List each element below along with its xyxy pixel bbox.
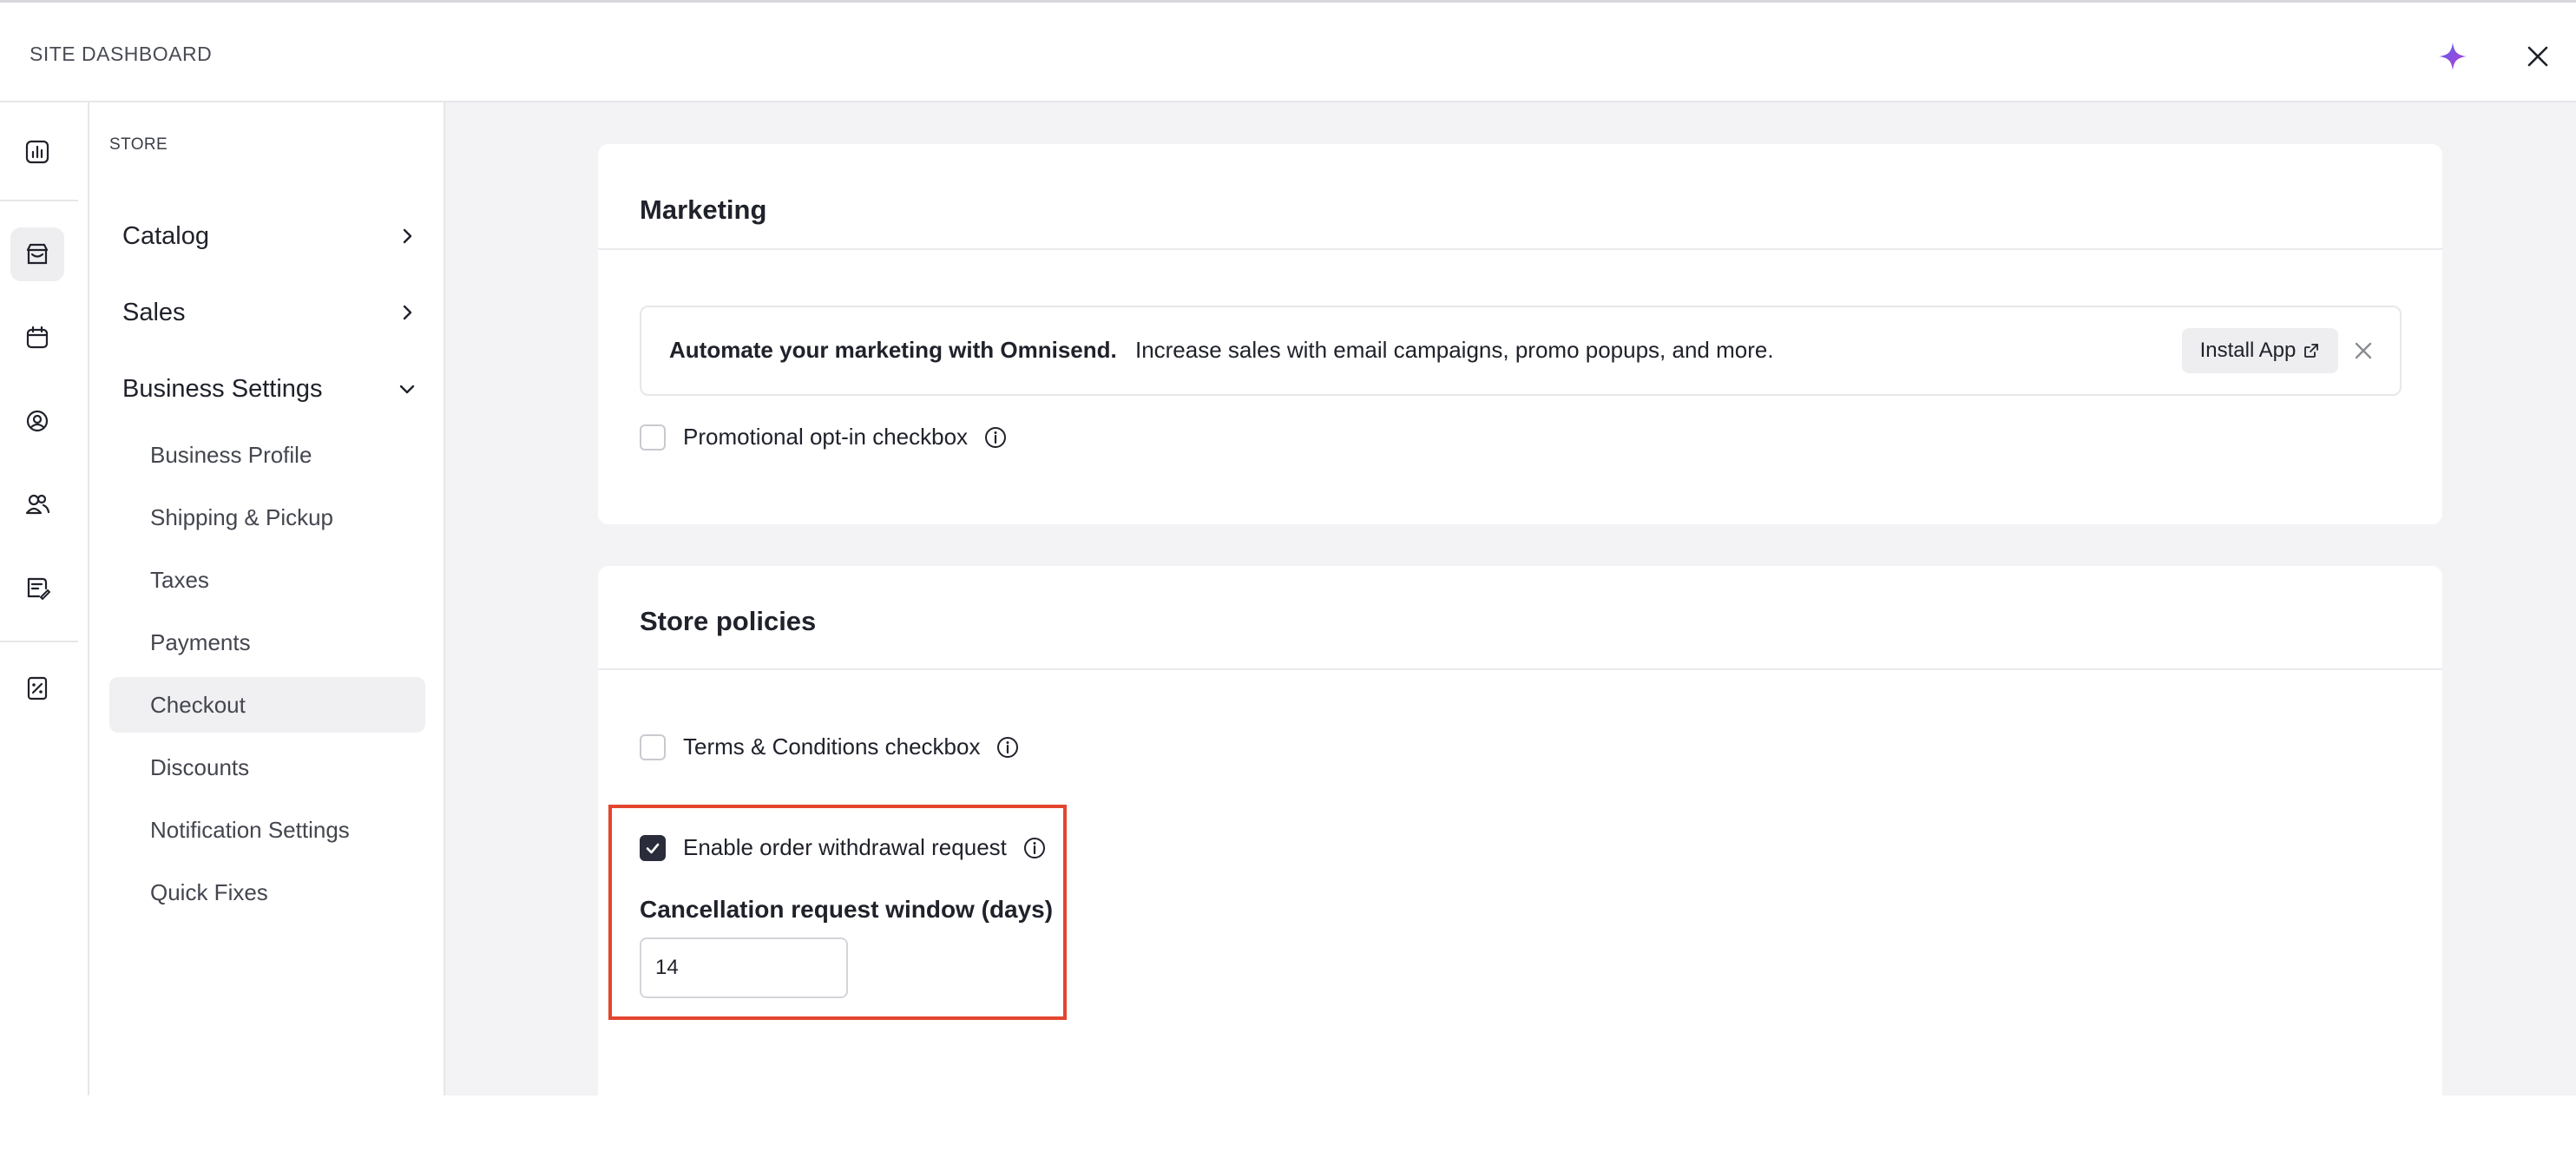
sidebar-item-discounts[interactable]: Discounts [109,740,425,795]
analytics-icon[interactable] [10,125,64,179]
close-icon[interactable] [2522,41,2553,72]
sidebar-item-catalog[interactable]: Catalog [122,215,417,257]
sidebar-item-label: Business Settings [122,374,323,403]
sidebar-item-notification-settings[interactable]: Notification Settings [109,802,425,858]
terms-conditions-checkbox[interactable] [640,733,666,760]
contacts-icon[interactable] [10,394,64,448]
top-header: SITE DASHBOARD [0,0,2576,102]
store-icon[interactable] [10,227,64,281]
dismiss-promo-icon[interactable] [2348,335,2379,366]
sidebar-item-sales[interactable]: Sales [122,292,417,333]
members-icon[interactable] [10,477,64,531]
site-dashboard-title: SITE DASHBOARD [30,43,213,65]
store-sidebar: STORE Catalog Sales Business Settings Bu… [89,102,445,1095]
info-icon[interactable] [996,735,1020,760]
promotional-optin-checkbox[interactable] [640,424,666,451]
info-icon[interactable] [983,425,1008,450]
chevron-down-icon [399,385,415,394]
omnisend-promo-banner: Automate your marketing with Omnisend. I… [640,306,2402,396]
install-app-button[interactable]: Install App [2182,328,2338,373]
promo-description: Increase sales with email campaigns, pro… [1134,337,1774,363]
reports-icon[interactable] [10,661,64,715]
sidebar-item-taxes[interactable]: Taxes [109,552,425,608]
chevron-right-icon [403,305,412,320]
calendar-icon[interactable] [10,311,64,365]
install-app-label: Install App [2199,339,2297,362]
card-divider [598,248,2442,250]
highlight-annotation-box [608,805,1067,1020]
external-link-icon [2304,344,2319,358]
sidebar-item-label: Catalog [122,221,209,250]
promo-headline: Automate your marketing with Omnisend. [669,337,1117,363]
sidebar-item-label: Sales [122,298,186,326]
marketing-card: Marketing Automate your marketing with O… [598,144,2442,524]
sidebar-item-quick-fixes[interactable]: Quick Fixes [109,865,425,920]
promotional-optin-label: Promotional opt-in checkbox [683,424,969,450]
terms-conditions-row: Terms & Conditions checkbox [640,733,1020,760]
promo-text: Automate your marketing with Omnisend. I… [669,337,1774,364]
icon-rail [0,102,89,1095]
store-policies-title: Store policies [640,606,817,636]
sidebar-item-checkout[interactable]: Checkout [109,677,425,733]
sidebar-heading: STORE [109,135,168,154]
rail-divider [0,200,78,201]
promotional-optin-row: Promotional opt-in checkbox [640,424,1008,451]
ai-sparkle-icon[interactable] [2437,41,2468,72]
sidebar-item-business-settings[interactable]: Business Settings [122,368,417,410]
sidebar-item-shipping-pickup[interactable]: Shipping & Pickup [109,490,425,545]
terms-conditions-label: Terms & Conditions checkbox [683,733,981,760]
card-divider [598,668,2442,670]
rail-divider [0,641,78,642]
blog-icon[interactable] [10,561,64,615]
sidebar-item-business-profile[interactable]: Business Profile [109,427,425,483]
marketing-title: Marketing [640,194,767,225]
sidebar-item-payments[interactable]: Payments [109,615,425,670]
chevron-right-icon [403,228,412,244]
